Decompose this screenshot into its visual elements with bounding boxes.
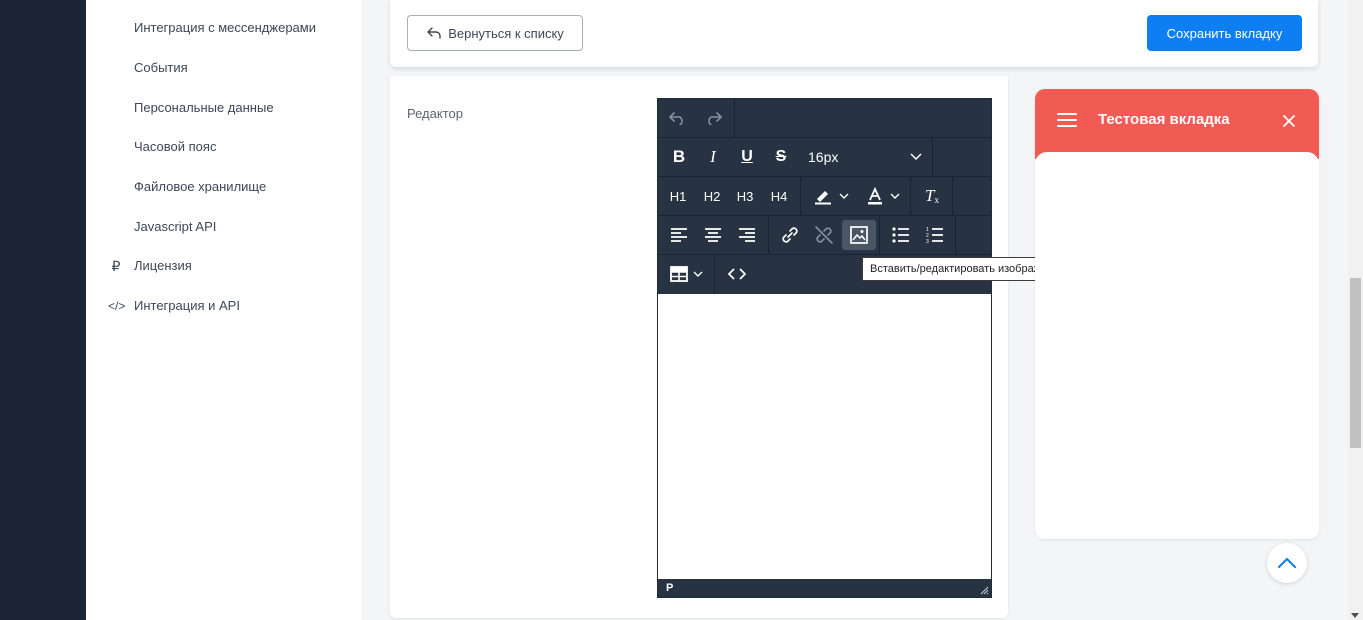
text-color-icon [868,187,882,205]
redo-button[interactable] [698,103,728,133]
heading-1-button[interactable]: H1 [663,181,693,211]
sidebar-item-license[interactable]: Лицензия [134,256,192,276]
resize-handle-icon[interactable] [980,586,989,595]
hamburger-menu-icon[interactable] [1057,112,1077,128]
align-right-button[interactable] [732,220,762,250]
sidebar-item-timezone[interactable]: Часовой пояс [134,137,216,157]
underline-icon[interactable]: U [732,142,762,172]
font-size-value: 16px [808,149,839,165]
source-code-button[interactable] [722,259,752,289]
insert-link-button[interactable] [774,220,806,250]
table-icon [669,266,688,282]
heading-3-button[interactable]: H3 [730,181,760,211]
strikethrough-icon[interactable]: S [766,142,796,172]
ruble-icon: ₽ [111,258,121,274]
sidebar-item-events[interactable]: События [134,58,188,78]
bullet-list-icon [892,227,909,243]
align-left-button[interactable] [664,220,694,250]
table-group [658,255,715,293]
list-group: 123 [880,216,956,254]
preview-header: Тестовая вкладка [1035,89,1319,159]
rich-text-editor: B I U S 16px H1 H2 H3 H4 T x 1 2 3 P [657,98,992,598]
insert-table-button[interactable] [664,259,708,289]
history-group [658,99,735,137]
sidebar-item-javascript-api[interactable]: Javascript API [134,217,216,237]
scroll-to-top-button[interactable] [1267,543,1307,583]
element-path[interactable]: P [666,582,673,594]
close-icon[interactable] [1283,115,1295,127]
insert-group [769,216,880,254]
highlight-color-button[interactable] [807,181,855,211]
format-group: B I U S 16px [658,138,933,176]
unlink-icon [815,226,833,244]
toolbar-row-align: 123 [658,216,991,255]
tab-preview-widget: Тестовая вкладка [1035,89,1319,539]
chevron-down-icon [890,193,900,199]
unlink-button[interactable] [808,220,840,250]
save-tab-button[interactable]: Сохранить вкладку [1147,15,1302,51]
code-icon: </> [108,299,126,313]
numbered-list-icon: 123 [926,227,943,244]
align-center-icon [705,228,721,242]
undo-icon [669,112,683,125]
action-bar: Вернуться к списку Сохранить вкладку [390,0,1318,67]
chevron-down-icon [910,153,922,161]
heading-4-button[interactable]: H4 [764,181,794,211]
toolbar-row-format: B I U S 16px [658,138,991,177]
align-group [658,216,769,254]
text-color-button[interactable] [859,181,907,211]
clear-formatting-icon[interactable]: Tx [917,181,947,211]
sidebar-item-personal-data[interactable]: Персональные данные [134,98,274,118]
insert-image-button[interactable] [842,220,876,250]
undo-button[interactable] [663,103,693,133]
preview-body [1035,152,1319,539]
redo-icon [708,112,722,125]
back-to-list-button[interactable]: Вернуться к списку [407,15,583,51]
editor-content-area[interactable] [658,294,991,579]
italic-icon[interactable]: I [698,142,728,172]
bold-icon[interactable]: B [664,142,694,172]
toolbar-row-history [658,99,991,138]
reply-icon [427,27,441,39]
sidebar-item-integration-api[interactable]: Интеграция и API [134,296,240,316]
clear-format-group: Tx [911,177,953,215]
bullet-list-button[interactable] [886,220,916,250]
align-center-button[interactable] [698,220,728,250]
editor-field-label: Редактор [407,106,463,121]
image-icon [850,226,868,244]
color-group [801,177,911,215]
preview-title: Тестовая вкладка [1098,111,1230,128]
sidebar-item-messengers[interactable]: Интеграция с мессенджерами [134,18,316,38]
highlighter-icon [815,191,831,205]
chevron-down-icon [693,271,702,277]
scrollbar-thumb[interactable] [1350,278,1361,448]
heading-2-button[interactable]: H2 [697,181,727,211]
align-left-icon [671,228,687,242]
headings-group: H1 H2 H3 H4 [658,177,801,215]
chevron-down-icon [839,193,849,199]
chevron-up-icon [1278,558,1296,568]
scroll-down-arrow-icon[interactable] [1351,613,1359,618]
sidebar-item-file-storage[interactable]: Файловое хранилище [134,177,266,197]
toolbar-row-headings: H1 H2 H3 H4 Tx [658,177,991,216]
link-icon [782,227,798,243]
page-scrollbar[interactable] [1348,0,1363,620]
app-rail [0,0,86,620]
code-view-icon [728,268,746,280]
numbered-list-button[interactable]: 123 [920,220,950,250]
font-size-select[interactable]: 16px [802,142,928,172]
align-right-icon [739,228,755,242]
svg-text:3: 3 [926,239,929,244]
back-to-list-label: Вернуться к списку [448,25,564,41]
editor-status-bar: P [658,579,991,597]
settings-sidebar: Интеграция с мессенджерами События Персо… [86,0,362,620]
